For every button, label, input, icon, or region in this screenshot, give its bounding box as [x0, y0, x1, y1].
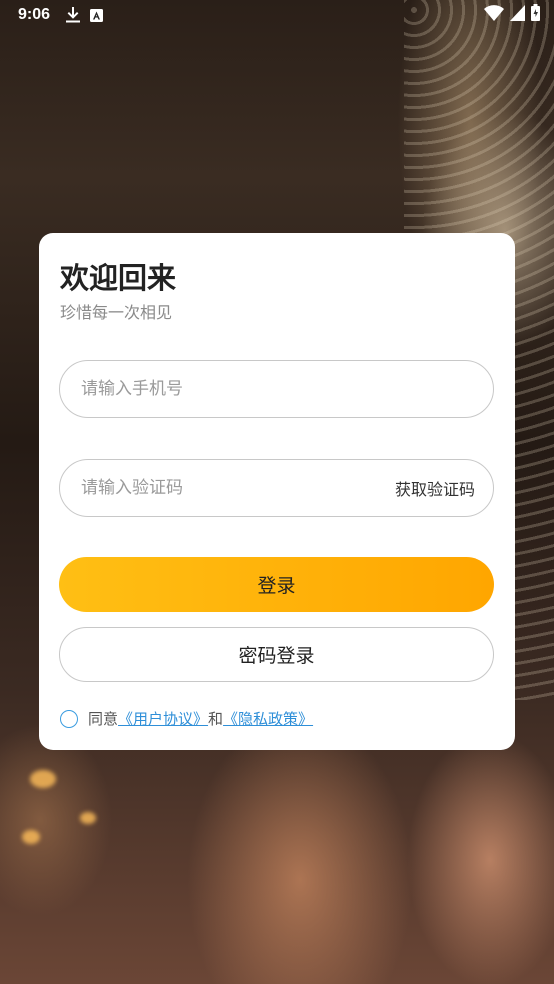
- battery-icon: [531, 4, 540, 26]
- login-button[interactable]: 登录: [59, 557, 494, 612]
- phone-field: [59, 360, 494, 418]
- signal-icon: [510, 4, 525, 26]
- a-notification-icon: [90, 8, 104, 22]
- get-code-button[interactable]: 获取验证码: [395, 476, 475, 500]
- page-subtitle: 珍惜每一次相见: [60, 303, 173, 322]
- status-time: 9:06: [18, 6, 51, 23]
- privacy-policy-link[interactable]: 《隐私政策》: [223, 708, 313, 729]
- agree-and: 和: [208, 710, 224, 728]
- light-spot: [22, 830, 40, 844]
- page-title: 欢迎回来: [60, 261, 177, 295]
- user-agreement-link[interactable]: 《用户协议》: [118, 708, 208, 729]
- phone-input[interactable]: [79, 360, 475, 418]
- wifi-icon: [484, 4, 504, 26]
- agreement-row: 同意 《用户协议》 和 《隐私政策》: [60, 708, 313, 729]
- code-field: 获取验证码: [59, 459, 494, 517]
- agree-prefix: 同意: [88, 710, 119, 728]
- light-spot: [80, 812, 96, 824]
- code-input[interactable]: [79, 459, 395, 517]
- password-login-button[interactable]: 密码登录: [59, 627, 494, 682]
- download-icon: [66, 7, 81, 23]
- status-bar: 9:06: [0, 0, 554, 30]
- status-right-icons: [484, 4, 540, 26]
- light-spot: [30, 770, 56, 788]
- login-card: 欢迎回来 珍惜每一次相见 获取验证码 登录 密码登录 同意 《用户协议》 和 《…: [39, 233, 515, 750]
- agree-radio[interactable]: [60, 709, 78, 728]
